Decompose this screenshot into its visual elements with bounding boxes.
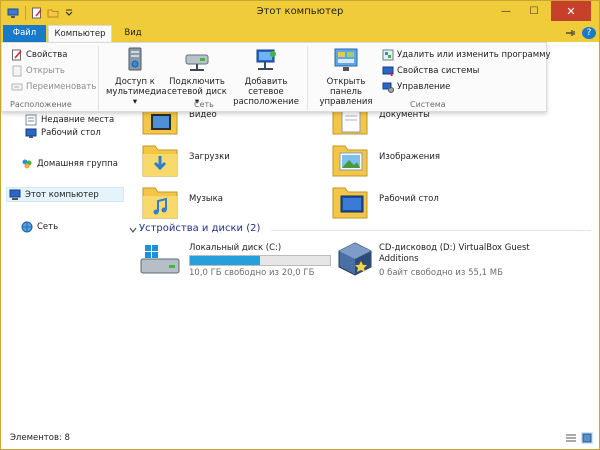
media-access-button[interactable]: Доступ к мультимедиа ▾ [106, 47, 167, 107]
explorer-window: Этот компьютер — ☐ ✕ Файл Компьютер Вид … [0, 0, 600, 450]
control-panel-button[interactable]: Открыть панель управления [311, 47, 381, 107]
media-server-icon [128, 47, 142, 71]
details-view-icon[interactable] [565, 432, 577, 444]
drive-c-name: Локальный диск (C:) [189, 243, 282, 253]
nav-item-this-pc-label: Этот компьютер [25, 189, 99, 200]
drive-d-name: CD-дисковод (D:) VirtualBox Guest Additi… [379, 243, 530, 265]
manage-icon [382, 82, 394, 93]
nav-item-network-label: Сеть [37, 221, 59, 232]
nav-item-desktop-label: Рабочий стол [41, 127, 101, 138]
properties-label: Свойства [26, 50, 68, 60]
map-drive-label-1: Подключить [169, 77, 225, 87]
drive-d-name-line1: CD-дисковод (D:) VirtualBox Guest [379, 243, 530, 253]
network-location-icon [256, 49, 276, 70]
add-location-label-1: Добавить сетевое [244, 77, 288, 97]
navigation-pane: Недавние места Рабочий стол Домашняя гру… [1, 112, 127, 428]
desktop-icon [25, 128, 37, 138]
status-bar: Элементов: 8 [1, 428, 599, 449]
network-icon [21, 221, 33, 232]
rename-icon [11, 83, 23, 91]
downloads-folder-icon [142, 145, 178, 177]
system-group-label: Система [410, 100, 446, 109]
items-count: Элементов: 8 [10, 433, 70, 443]
drive-c-usage-bar [189, 255, 331, 266]
pin-ribbon-icon[interactable] [564, 27, 576, 39]
drive-c[interactable]: Локальный диск (C:) 10,0 ГБ свободно из … [139, 243, 339, 283]
control-panel-label-1: Открыть панель [326, 77, 366, 97]
nav-item-homegroup-label: Домашняя группа [37, 158, 118, 169]
recent-places-icon [25, 114, 37, 125]
manage-button[interactable]: Управление [382, 80, 450, 94]
system-properties-button[interactable]: Свойства системы [382, 64, 479, 78]
add-network-location-button[interactable]: Добавить сетевое расположение [228, 47, 304, 107]
ribbon-tabs: Файл Компьютер Вид ? [1, 25, 599, 42]
this-pc-icon [9, 189, 21, 200]
ribbon-panel: Свойства Открыть Переименовать Расположе… [1, 42, 551, 112]
folder-music[interactable]: Музыка [139, 182, 339, 222]
network-group-label: Сеть [194, 100, 214, 109]
ribbon-separator [307, 46, 308, 110]
system-properties-label: Свойства системы [397, 66, 480, 76]
folder-downloads-label: Загрузки [189, 152, 230, 162]
media-access-label-2: мультимедиа ▾ [106, 87, 167, 107]
drive-c-usage-fill [190, 256, 260, 265]
maximize-button[interactable]: ☐ [521, 1, 547, 21]
location-group-label: Расположение [10, 100, 72, 109]
folder-music-label: Музыка [189, 194, 223, 204]
devices-section-title: Устройства и диски (2) [139, 223, 261, 234]
music-folder-icon [142, 187, 178, 219]
virtualbox-cd-icon [338, 242, 372, 276]
nav-item-network[interactable]: Сеть [21, 219, 58, 234]
control-panel-icon [334, 48, 358, 71]
pictures-folder-icon [332, 145, 368, 177]
rename-button[interactable]: Переименовать [11, 80, 96, 94]
system-properties-icon [382, 66, 394, 76]
drive-d[interactable]: CD-дисковод (D:) VirtualBox Guest Additi… [329, 242, 589, 283]
close-button[interactable]: ✕ [551, 1, 591, 21]
properties-icon [12, 49, 22, 61]
content-pane: Видео Документы Загрузки Изображения Муз… [129, 103, 597, 428]
help-button[interactable]: ? [582, 27, 596, 39]
title-bar: Этот компьютер — ☐ ✕ [1, 1, 599, 25]
nav-item-desktop[interactable]: Рабочий стол [25, 125, 101, 140]
collapse-chevron-icon[interactable] [129, 226, 137, 234]
large-icons-view-icon[interactable] [581, 432, 593, 444]
control-panel-label-2: управления [319, 97, 373, 107]
section-divider [271, 230, 591, 231]
minimize-button[interactable]: — [493, 1, 519, 21]
map-network-drive-button[interactable]: Подключить сетевой диск ▾ [166, 47, 228, 107]
drive-d-name-line2: Additions [379, 254, 419, 264]
properties-button[interactable]: Свойства [11, 48, 68, 62]
drive-c-free-space: 10,0 ГБ свободно из 20,0 ГБ [189, 268, 315, 278]
media-access-label-1: Доступ к [115, 77, 155, 87]
add-location-label-2: расположение [233, 97, 299, 107]
tab-file[interactable]: Файл [3, 25, 46, 42]
nav-item-recent-label: Недавние места [41, 114, 115, 125]
tab-view[interactable]: Вид [113, 25, 153, 42]
nav-item-homegroup[interactable]: Домашняя группа [21, 156, 118, 171]
folder-downloads[interactable]: Загрузки [139, 140, 339, 180]
open-button[interactable]: Открыть [11, 64, 65, 78]
uninstall-program-button[interactable]: Удалить или изменить программу [382, 48, 551, 62]
folder-desktop[interactable]: Рабочий стол [329, 182, 529, 222]
devices-section-header[interactable]: Устройства и диски (2) [129, 223, 595, 237]
programs-icon [382, 49, 394, 61]
network-drive-icon [185, 54, 209, 71]
desktop-folder-icon [332, 187, 368, 219]
open-label: Открыть [26, 66, 65, 76]
nav-item-this-pc[interactable]: Этот компьютер [6, 187, 124, 202]
manage-label: Управление [397, 82, 451, 92]
uninstall-program-label: Удалить или изменить программу [397, 50, 551, 60]
tab-computer[interactable]: Компьютер [48, 25, 112, 42]
folder-pictures[interactable]: Изображения [329, 140, 529, 180]
homegroup-icon [22, 159, 32, 168]
folder-pictures-label: Изображения [379, 152, 441, 162]
local-disk-icon [140, 245, 180, 274]
drive-d-free-space: 0 байт свободно из 55,1 МБ [379, 268, 503, 278]
ribbon-separator [98, 46, 99, 110]
rename-label: Переименовать [26, 82, 97, 92]
open-icon [12, 65, 22, 77]
folder-desktop-label: Рабочий стол [379, 194, 439, 204]
